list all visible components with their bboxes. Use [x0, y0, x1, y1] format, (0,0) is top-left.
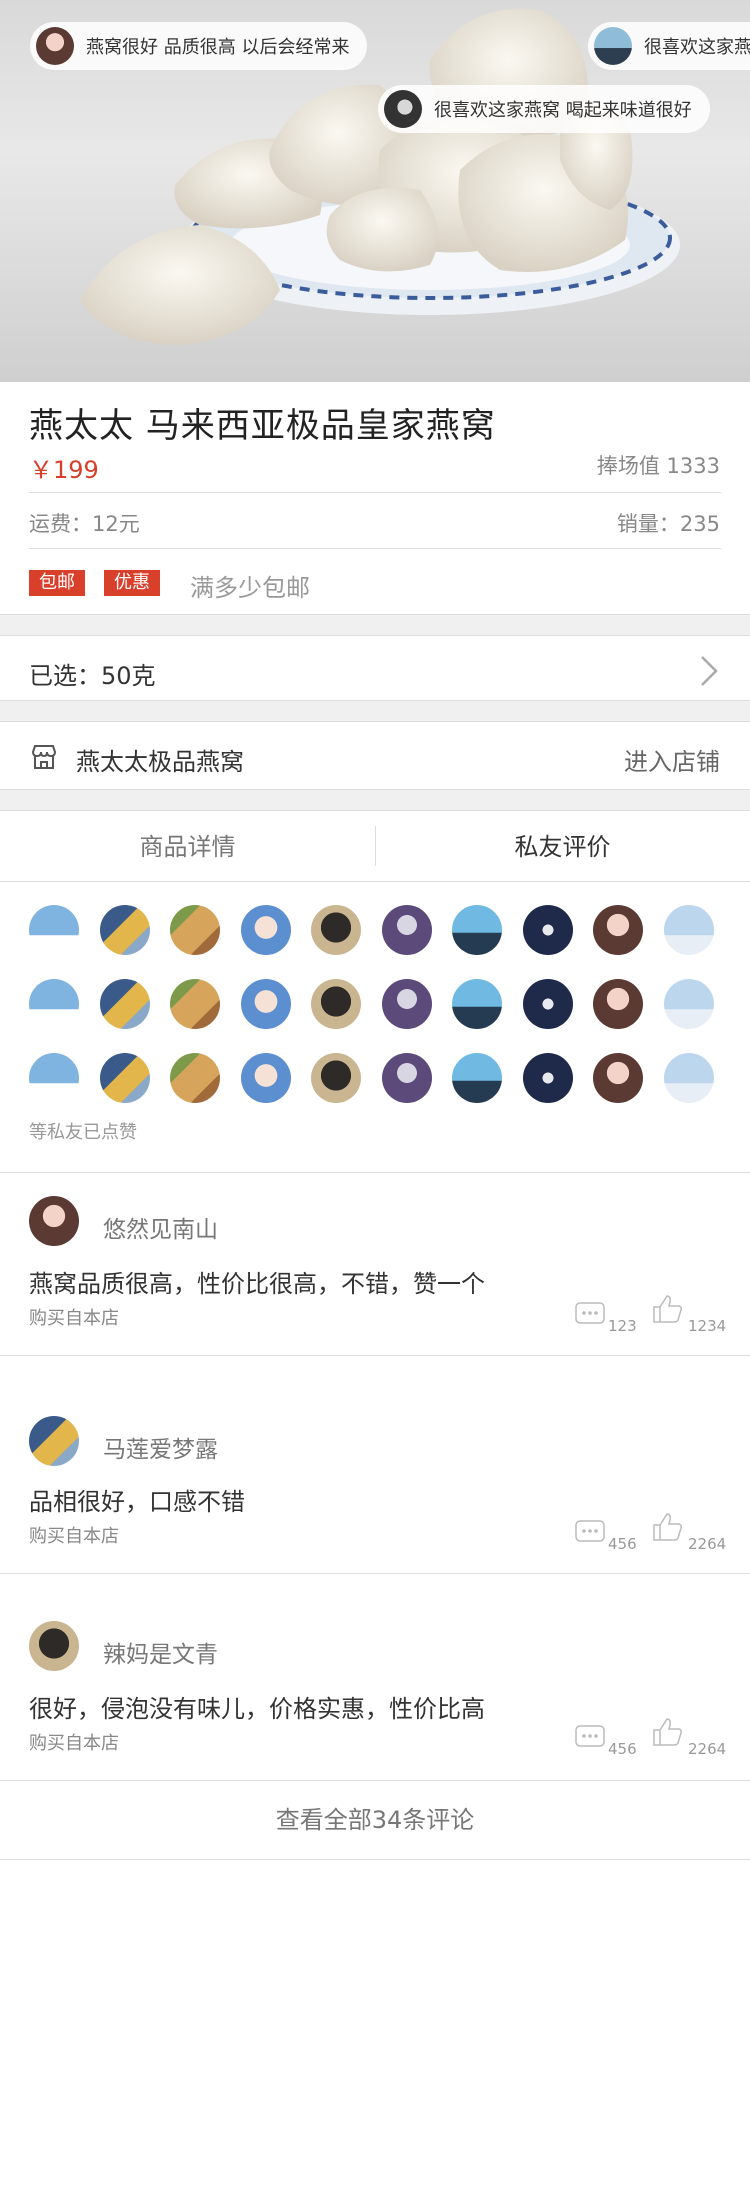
friend-avatar[interactable]: [381, 979, 432, 1029]
store-name: 燕太太极品燕窝: [76, 748, 244, 776]
friend-avatar[interactable]: [593, 905, 643, 955]
danmaku-bubble: 很喜欢这家燕窝: [588, 22, 750, 70]
reviewer-name[interactable]: 马莲爱梦露: [103, 1430, 218, 1464]
tab-friend-reviews[interactable]: 私友评价: [375, 812, 750, 882]
tab-bar: 商品详情 私友评价: [0, 812, 750, 882]
friend-avatar[interactable]: [593, 979, 643, 1029]
shipping-fee: 运费：12元: [29, 512, 140, 536]
discount-tag: 优惠: [104, 570, 160, 596]
friend-avatar[interactable]: [522, 1053, 573, 1103]
friend-avatar[interactable]: [170, 979, 220, 1029]
friend-avatar[interactable]: [522, 905, 573, 955]
section-gap: [0, 789, 750, 811]
danmaku-bubble: 燕窝很好 品质很高 以后会经常来: [30, 22, 368, 70]
review-item: 辣妈是文青 很好，侵泡没有味儿，价格实惠，性价比高 购买自本店 456 2264: [0, 1573, 750, 1780]
reviewer-avatar[interactable]: [29, 1196, 79, 1246]
review-source: 购买自本店: [29, 1308, 119, 1329]
friend-avatar[interactable]: [381, 1053, 432, 1103]
friend-avatar[interactable]: [29, 1053, 79, 1103]
liked-note: 等私友已点赞: [29, 1122, 137, 1143]
friend-avatar[interactable]: [170, 905, 220, 955]
friend-avatar[interactable]: [452, 1053, 502, 1103]
comment-icon[interactable]: [575, 1302, 605, 1324]
danmaku-text: 燕窝很好 品质很高 以后会经常来: [86, 37, 350, 58]
reviewer-avatar[interactable]: [29, 1621, 79, 1671]
friend-avatar[interactable]: [99, 979, 150, 1029]
danmaku-text: 很喜欢这家燕窝 喝起来味道很好: [434, 100, 692, 121]
friend-avatar[interactable]: [240, 905, 291, 955]
friend-avatar[interactable]: [663, 1053, 714, 1103]
friend-avatar[interactable]: [311, 905, 361, 955]
review-source: 购买自本店: [29, 1526, 119, 1547]
product-hero-image[interactable]: 燕窝很好 品质很高 以后会经常来 很喜欢这家燕窝 很喜欢这家燕窝 喝起来味道很好: [0, 0, 750, 382]
reviewer-avatar[interactable]: [29, 1416, 79, 1466]
review-text: 燕窝品质很高，性价比很高，不错，赞一个: [29, 1270, 485, 1298]
free-shipping-note: 满多少包邮: [190, 574, 310, 602]
section-gap: [0, 700, 750, 722]
product-price: ￥199: [29, 456, 99, 484]
comment-count: 123: [608, 1317, 637, 1335]
thumbs-up-icon[interactable]: [652, 1717, 684, 1747]
review-item: 悠然见南山 燕窝品质很高，性价比很高，不错，赞一个 购买自本店 123 1234: [0, 1172, 750, 1355]
friend-avatar[interactable]: [240, 979, 291, 1029]
danmaku-text: 很喜欢这家燕窝: [644, 37, 750, 58]
friend-avatar[interactable]: [311, 979, 361, 1029]
friend-avatar[interactable]: [522, 979, 573, 1029]
enter-store-link[interactable]: 进入店铺: [624, 742, 720, 777]
reviewer-name[interactable]: 辣妈是文青: [103, 1635, 218, 1669]
review-text: 品相很好，口感不错: [29, 1488, 245, 1516]
friend-avatar[interactable]: [663, 979, 714, 1029]
store-icon: [31, 745, 57, 769]
review-text: 很好，侵泡没有味儿，价格实惠，性价比高: [29, 1695, 485, 1723]
like-count: 1234: [688, 1317, 727, 1335]
user-avatar: [384, 90, 422, 128]
like-count: 2264: [688, 1535, 727, 1553]
friend-avatar[interactable]: [29, 979, 79, 1029]
thumbs-up-icon[interactable]: [652, 1512, 684, 1542]
friend-avatar[interactable]: [99, 905, 150, 955]
friend-avatar[interactable]: [240, 1053, 291, 1103]
friend-avatar[interactable]: [381, 905, 432, 955]
tab-product-details[interactable]: 商品详情: [0, 812, 375, 882]
like-count: 2264: [688, 1740, 727, 1758]
pengchang-value: 捧场值 1333: [596, 454, 720, 478]
friend-avatar[interactable]: [593, 1053, 643, 1103]
user-avatar: [594, 27, 632, 65]
comment-count: 456: [608, 1535, 637, 1553]
friend-avatar[interactable]: [452, 905, 502, 955]
friend-avatar[interactable]: [170, 1053, 220, 1103]
selected-spec-label: 已选：50克: [29, 662, 156, 690]
friend-avatar[interactable]: [29, 905, 79, 955]
danmaku-bubble: 很喜欢这家燕窝 喝起来味道很好: [378, 85, 710, 133]
chevron-right-icon[interactable]: [698, 655, 720, 687]
sales-count: 销量：235: [616, 512, 720, 536]
user-avatar: [36, 27, 74, 65]
friend-avatar[interactable]: [99, 1053, 150, 1103]
product-title: 燕太太 马来西亚极品皇家燕窝: [29, 406, 496, 446]
friend-avatar[interactable]: [663, 905, 714, 955]
reviewer-name[interactable]: 悠然见南山: [103, 1210, 218, 1244]
view-all-reviews-button[interactable]: 查看全部34条评论: [0, 1780, 750, 1860]
review-item: 马莲爱梦露 品相很好，口感不错 购买自本店 456 2264: [0, 1400, 750, 1573]
comment-icon[interactable]: [575, 1520, 605, 1542]
review-source: 购买自本店: [29, 1733, 119, 1754]
divider: [29, 492, 721, 493]
comment-icon[interactable]: [575, 1725, 605, 1747]
free-shipping-tag: 包邮: [29, 570, 85, 596]
thumbs-up-icon[interactable]: [652, 1294, 684, 1324]
divider: [0, 1355, 750, 1356]
friend-avatar[interactable]: [452, 979, 502, 1029]
section-gap: [0, 614, 750, 636]
friend-avatar[interactable]: [311, 1053, 361, 1103]
comment-count: 456: [608, 1740, 637, 1758]
divider: [29, 548, 721, 549]
